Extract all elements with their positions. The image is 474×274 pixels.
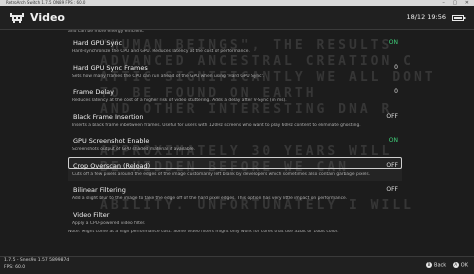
setting-value[interactable]: ON xyxy=(389,39,398,46)
setting-description: Apply a CPU-powered video filter. xyxy=(72,220,146,226)
setting-description: Inserts a black frame inbetween frames. … xyxy=(72,122,361,128)
setting-label: Hard GPU Sync xyxy=(73,39,123,47)
setting-gpu-screenshot-enable[interactable]: GPU Screenshot Enable ON Screenshots out… xyxy=(68,132,402,157)
setting-crop-overscan[interactable]: Crop Overscan (Reload) OFF Cuts off a fe… xyxy=(68,156,402,181)
setting-label: GPU Screenshot Enable xyxy=(73,137,150,145)
setting-description: Cuts off a few pixels around the edges o… xyxy=(72,171,371,177)
a-button-icon: A xyxy=(452,262,459,268)
setting-label: Video Filter xyxy=(73,210,110,219)
setting-value[interactable]: OFF xyxy=(386,186,398,193)
setting-description: Screenshots output of GPU shaded materia… xyxy=(72,147,195,152)
setting-bilinear-filtering[interactable]: Bilinear Filtering OFF Add a slight blur… xyxy=(68,181,402,206)
setting-description: Sets how many frames the CPU can run ahe… xyxy=(72,73,265,79)
version-info: 1.7.5 - Snes9x 1.57 589987d xyxy=(4,258,70,263)
setting-value[interactable]: OFF xyxy=(386,162,398,169)
b-button-icon: B xyxy=(426,262,433,268)
setting-label: Frame Delay xyxy=(73,88,114,96)
setting-label: Black Frame Insertion xyxy=(73,112,144,121)
fps-info: FPS: 60.0 xyxy=(4,265,26,270)
battery-icon xyxy=(452,15,466,21)
setting-video-filter[interactable]: Video Filter Apply a CPU-powered video f… xyxy=(68,206,402,231)
setting-hard-gpu-sync-frames[interactable]: Hard GPU Sync Frames 0 Sets how many fra… xyxy=(68,59,402,84)
setting-value[interactable]: OFF xyxy=(386,113,398,120)
button-hints: B Back A OK xyxy=(421,262,468,269)
footer-bar: 1.7.5 - Snes9x 1.57 589987d FPS: 60.0 BB… xyxy=(0,256,474,274)
setting-description: Add a slight blur to the image to take t… xyxy=(72,196,348,201)
ok-button[interactable]: OK xyxy=(461,263,468,269)
setting-label: Bilinear Filtering xyxy=(73,186,126,194)
setting-hard-gpu-sync[interactable]: Hard GPU Sync ON Hard-synchronize the CP… xyxy=(68,34,402,59)
list-fragment-bottom: Note: Might come at a high performance c… xyxy=(68,230,339,234)
retroarch-logo-icon[interactable] xyxy=(10,12,24,23)
settings-list: and can be more energy efficient. Hard G… xyxy=(68,30,402,234)
setting-description: Reduces latency at the cost of a higher … xyxy=(72,98,287,103)
back-button[interactable]: Back xyxy=(434,263,446,269)
header-bar: Video 18/12 19:56 xyxy=(0,6,474,30)
setting-black-frame-insertion[interactable]: Black Frame Insertion OFF Inserts a blac… xyxy=(68,108,402,133)
setting-value[interactable]: 0 xyxy=(394,64,398,71)
setting-label: Crop Overscan (Reload) xyxy=(73,161,151,170)
setting-label: Hard GPU Sync Frames xyxy=(73,63,148,72)
window-title: RetroArch Switch 1.7.5 ON89 FPS : 60.0 xyxy=(6,0,86,5)
page-title: Video xyxy=(30,11,65,24)
setting-frame-delay[interactable]: Frame Delay 0 Reduces latency at the cos… xyxy=(68,83,402,108)
setting-value[interactable]: ON xyxy=(389,137,398,144)
clock: 18/12 19:56 xyxy=(406,13,446,21)
setting-value[interactable]: 0 xyxy=(394,88,398,95)
setting-description: Hard-synchronize the CPU and GPU. Reduce… xyxy=(72,49,250,54)
